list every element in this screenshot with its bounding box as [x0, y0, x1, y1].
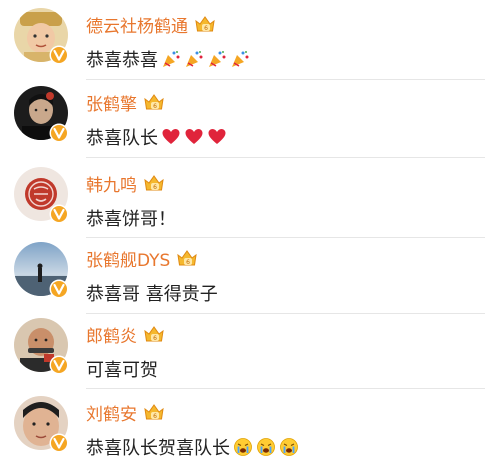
comment-item: 德云社杨鹤通 6 恭喜恭喜 [0, 8, 499, 86]
comment-text: 恭喜队长 [86, 128, 158, 149]
comment-text: 恭喜队长贺喜队长 [86, 438, 230, 459]
member-crown-icon: 6 [144, 404, 164, 420]
svg-text:6: 6 [186, 259, 190, 266]
crying-face-icon [257, 438, 275, 456]
comment-item: 郎鹤炎 6 可喜可贺 [0, 318, 499, 396]
user-name[interactable]: 张鹤舰DYS [86, 246, 170, 271]
verified-badge-icon [49, 123, 69, 143]
comment-text: 恭喜恭喜 [86, 50, 158, 71]
comment-list: 德云社杨鹤通 6 恭喜恭喜 张鹤擎 6 恭喜队长 韩九鸣 6 恭喜饼哥！ 张鹤舰… [0, 0, 499, 464]
verified-badge-icon [49, 279, 69, 299]
comment-text: 恭喜饼哥！ [86, 209, 176, 230]
member-crown-icon: 6 [144, 94, 164, 110]
crying-face-icon [234, 438, 252, 456]
user-name[interactable]: 韩九鸣 [86, 171, 137, 196]
user-name[interactable]: 郎鹤炎 [86, 322, 137, 347]
verified-badge-icon [49, 204, 69, 224]
red-heart-icon [208, 129, 226, 144]
member-crown-icon: 6 [144, 326, 164, 342]
verified-badge-icon [49, 355, 69, 375]
comment-item: 张鹤擎 6 恭喜队长 [0, 86, 499, 164]
member-crown-icon: 6 [144, 175, 164, 191]
user-name[interactable]: 张鹤擎 [86, 90, 137, 115]
svg-text:6: 6 [153, 184, 157, 191]
divider [86, 313, 485, 314]
comment-item: 刘鹤安 6 恭喜队长贺喜队长 [0, 396, 499, 464]
comment-text: 恭喜哥 喜得贵子 [86, 284, 218, 305]
party-popper-icon [186, 51, 203, 67]
red-heart-icon [162, 129, 180, 144]
svg-text:6: 6 [153, 103, 157, 110]
comment-text: 可喜可贺 [86, 360, 158, 381]
svg-text:6: 6 [153, 413, 157, 420]
member-crown-icon: 6 [177, 250, 198, 266]
crying-face-icon [280, 438, 298, 456]
divider [86, 79, 485, 80]
member-crown-icon: 6 [195, 16, 215, 32]
divider [86, 157, 485, 158]
comment-item: 张鹤舰DYS 6 恭喜哥 喜得贵子 [0, 242, 499, 320]
party-popper-icon [209, 51, 226, 67]
svg-text:6: 6 [204, 25, 208, 32]
divider [86, 388, 485, 389]
verified-badge-icon [49, 45, 69, 65]
divider [86, 237, 485, 238]
user-name[interactable]: 刘鹤安 [86, 400, 137, 425]
verified-badge-icon [49, 433, 69, 453]
red-heart-icon [185, 129, 203, 144]
comment-item: 韩九鸣 6 恭喜饼哥！ [0, 167, 499, 245]
party-popper-icon [232, 51, 249, 67]
svg-text:6: 6 [153, 335, 157, 342]
party-popper-icon [163, 51, 180, 67]
user-name[interactable]: 德云社杨鹤通 [86, 12, 188, 37]
